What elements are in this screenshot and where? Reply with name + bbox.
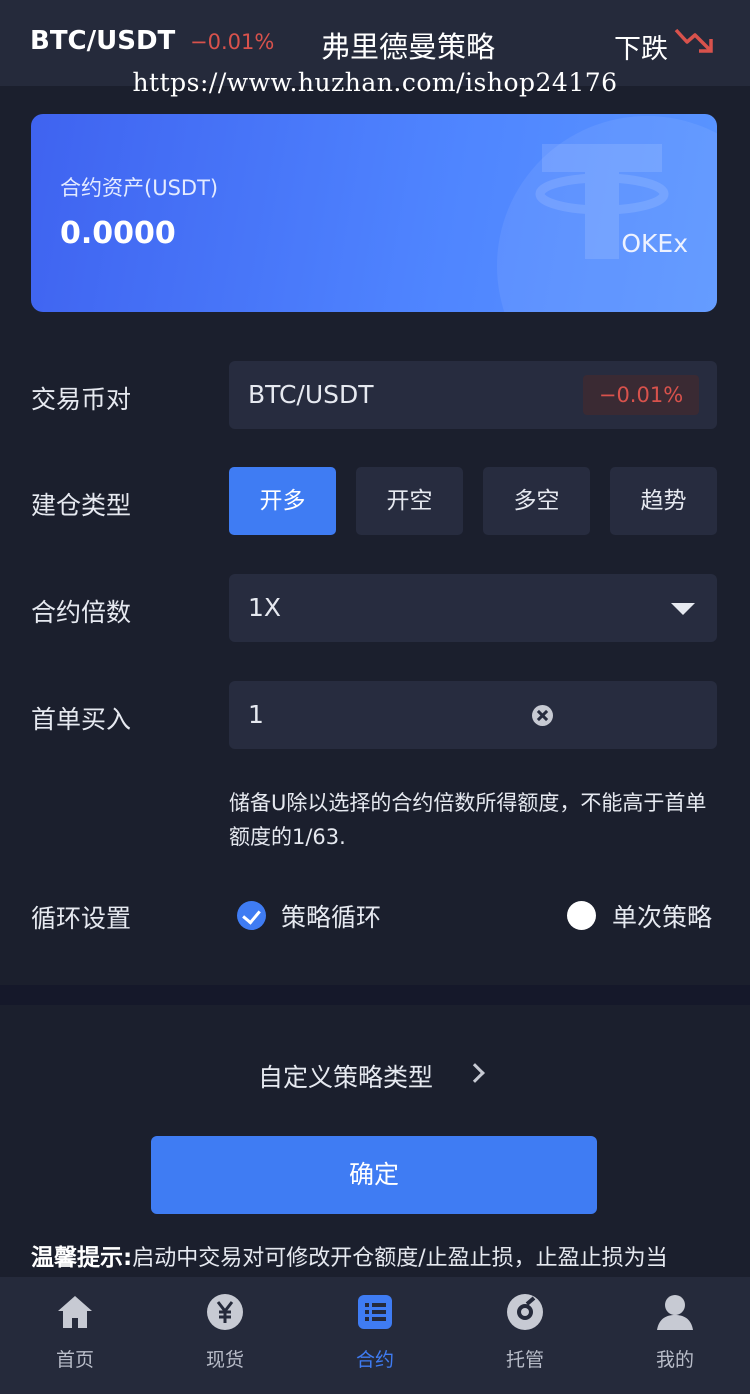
tip-body: 启动中交易对可修改开仓额度/止盈止损，止盈止损为当: [132, 1246, 668, 1271]
tip-text: 温馨提示:启动中交易对可修改开仓额度/止盈止损，止盈止损为当: [31, 1238, 721, 1272]
tab-custody[interactable]: 托管: [450, 1277, 600, 1394]
leverage-value: 1X: [248, 593, 282, 622]
chevron-right-icon[interactable]: [465, 1063, 485, 1083]
leverage-dropdown[interactable]: 1X: [229, 574, 717, 642]
asset-label: 合约资产(USDT): [60, 176, 219, 200]
tab-home-label: 首页: [55, 1349, 94, 1371]
cycle-loop-radio[interactable]: [237, 901, 266, 930]
cycle-label: 循环设置: [31, 904, 132, 933]
tab-profile[interactable]: 我的: [600, 1277, 750, 1394]
watermark: https://www.huzhan.com/ishop24176: [132, 68, 618, 97]
confirm-button[interactable]: 确定: [151, 1136, 597, 1214]
tab-bar: 首页 现货 合约 托管 我的: [0, 1277, 750, 1394]
leverage-hint: 储备U除以选择的合约倍数所得额度，不能高于首单额度的1/63.: [229, 791, 707, 849]
custody-icon: [507, 1294, 543, 1330]
custom-strategy-link[interactable]: 自定义策略类型: [258, 1058, 433, 1094]
position-type-trend-button[interactable]: 趋势: [610, 467, 717, 535]
position-type-open-short-button[interactable]: 开空: [356, 467, 463, 535]
tab-contract[interactable]: 合约: [300, 1277, 450, 1394]
tip-title: 温馨提示:: [31, 1245, 133, 1271]
tab-home[interactable]: 首页: [0, 1277, 150, 1394]
cycle-single-radio[interactable]: [567, 901, 596, 930]
yuan-icon: [207, 1294, 243, 1330]
first-buy-label: 首单买入: [31, 705, 132, 734]
position-type-open-long-button[interactable]: 开多: [229, 467, 336, 535]
cycle-single-label[interactable]: 单次策略: [612, 898, 712, 934]
pair-selector[interactable]: BTC/USDT −0.01%: [229, 361, 717, 429]
asset-card: 合约资产(USDT) 0.0000 OKEx: [31, 114, 717, 312]
pair-change-badge: −0.01%: [583, 375, 699, 415]
pair-label: 交易币对: [31, 385, 132, 414]
clear-icon[interactable]: [532, 705, 553, 726]
tab-contract-label: 合约: [355, 1349, 394, 1371]
tab-spot[interactable]: 现货: [150, 1277, 300, 1394]
leverage-label: 合约倍数: [31, 598, 132, 627]
trend-label: 下跌: [614, 34, 668, 65]
pair-value: BTC/USDT: [248, 380, 374, 409]
tab-custody-label: 托管: [505, 1349, 544, 1371]
list-icon: [358, 1295, 392, 1329]
asset-value: 0.0000: [60, 216, 176, 251]
first-buy-value: 1: [248, 700, 264, 729]
first-buy-input[interactable]: 1: [229, 681, 717, 749]
position-type-long-short-button[interactable]: 多空: [483, 467, 590, 535]
position-type-label: 建仓类型: [31, 491, 132, 520]
tab-spot-label: 现货: [205, 1349, 244, 1371]
tab-profile-label: 我的: [655, 1349, 694, 1371]
exchange-name: OKEx: [621, 229, 688, 258]
cycle-loop-label[interactable]: 策略循环: [281, 898, 381, 934]
trend-down-icon: [674, 28, 713, 53]
section-divider: [0, 985, 750, 1005]
home-icon: [58, 1296, 92, 1328]
caret-down-icon: [671, 603, 695, 615]
user-icon: [657, 1295, 693, 1330]
